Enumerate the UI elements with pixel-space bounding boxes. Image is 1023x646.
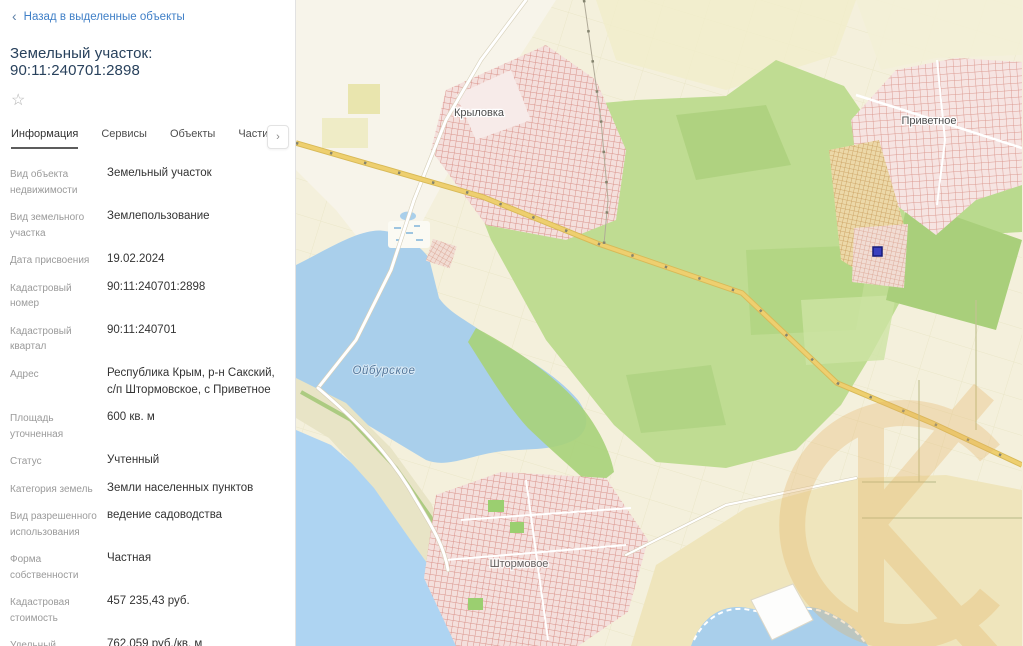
label-krylovka: Крыловка xyxy=(454,107,505,119)
field-list: Вид объекта недвижимостиЗемельный участо… xyxy=(10,165,285,646)
field-row: Вид земельного участкаЗемлепользование xyxy=(10,208,285,241)
field-row: Вид разрешенного использованияведение са… xyxy=(10,507,285,540)
back-link[interactable]: ‹ Назад в выделенные объекты xyxy=(12,10,285,24)
map-canvas[interactable]: Крыловка Приветное Ойбурское Штормовое xyxy=(296,0,1023,646)
field-label: Дата присвоения xyxy=(10,251,98,269)
field-value: 90:11:240701 xyxy=(98,322,285,355)
page-title: Земельный участок: 90:11:240701:2898 xyxy=(10,45,285,79)
field-value: 762,059 руб./кв. м xyxy=(98,636,285,646)
field-label: Кадастровый квартал xyxy=(10,322,98,355)
field-row: АдресРеспублика Крым, р-н Сакский, с/п Ш… xyxy=(10,365,285,400)
field-row: Кадастровый квартал90:11:240701 xyxy=(10,322,285,355)
field-label: Вид объекта недвижимости xyxy=(10,165,98,198)
field-value: Частная xyxy=(98,550,285,583)
field-value: ведение садоводства xyxy=(98,507,285,540)
field-row: Вид объекта недвижимостиЗемельный участо… xyxy=(10,165,285,198)
field-label: Категория земель xyxy=(10,480,98,498)
tab-information[interactable]: Информация xyxy=(11,128,78,149)
field-row: Категория земельЗемли населенных пунктов xyxy=(10,480,285,498)
label-lake-oyburskoe: Ойбурское xyxy=(352,365,415,377)
field-row: Форма собственностиЧастная xyxy=(10,550,285,583)
field-value: Республика Крым, р-н Сакский, с/п Штормо… xyxy=(98,365,285,400)
field-row: Удельный показатель кадастровой стоимост… xyxy=(10,636,285,646)
field-value: Учтенный xyxy=(98,452,285,470)
field-row: Площадь уточненная600 кв. м xyxy=(10,409,285,442)
label-shtormovoe: Штормовое xyxy=(490,558,549,570)
tabs-more-button[interactable]: › xyxy=(267,125,289,149)
field-label: Вид земельного участка xyxy=(10,208,98,241)
field-value: Землепользование xyxy=(98,208,285,241)
field-value: 90:11:240701:2898 xyxy=(98,279,285,312)
field-label: Форма собственности xyxy=(10,550,98,583)
field-value: 600 кв. м xyxy=(98,409,285,442)
field-row: Кадастровая стоимость457 235,43 руб. xyxy=(10,593,285,626)
selected-parcel-marker[interactable] xyxy=(873,247,882,256)
field-label: Вид разрешенного использования xyxy=(10,507,98,540)
favorite-star-icon[interactable]: ☆ xyxy=(11,92,25,109)
label-privetnoe: Приветное xyxy=(902,115,957,127)
field-value: 19.02.2024 xyxy=(98,251,285,269)
parcel-details-panel: ‹ Назад в выделенные объекты Земельный у… xyxy=(0,0,296,646)
back-chevron-icon: ‹ xyxy=(12,9,17,23)
field-row: Кадастровый номер90:11:240701:2898 xyxy=(10,279,285,312)
field-label: Площадь уточненная xyxy=(10,409,98,442)
chevron-right-icon: › xyxy=(276,131,280,143)
field-label: Статус xyxy=(10,452,98,470)
field-label: Кадастровый номер xyxy=(10,279,98,312)
app-window: ‹ Назад в выделенные объекты Земельный у… xyxy=(0,0,1023,646)
field-value: Земельный участок xyxy=(98,165,285,198)
field-label: Адрес xyxy=(10,365,98,400)
tab-objects[interactable]: Объекты xyxy=(170,128,215,147)
field-value: 457 235,43 руб. xyxy=(98,593,285,626)
tab-services[interactable]: Сервисы xyxy=(101,128,147,147)
field-row: Дата присвоения19.02.2024 xyxy=(10,251,285,269)
field-value: Земли населенных пунктов xyxy=(98,480,285,498)
field-row: СтатусУчтенный xyxy=(10,452,285,470)
tab-bar: Информация Сервисы Объекты Части ЗУ Сост… xyxy=(11,128,285,149)
back-link-label: Назад в выделенные объекты xyxy=(24,11,185,23)
field-label: Кадастровая стоимость xyxy=(10,593,98,626)
field-label: Удельный показатель кадастровой стоимост… xyxy=(10,636,98,646)
